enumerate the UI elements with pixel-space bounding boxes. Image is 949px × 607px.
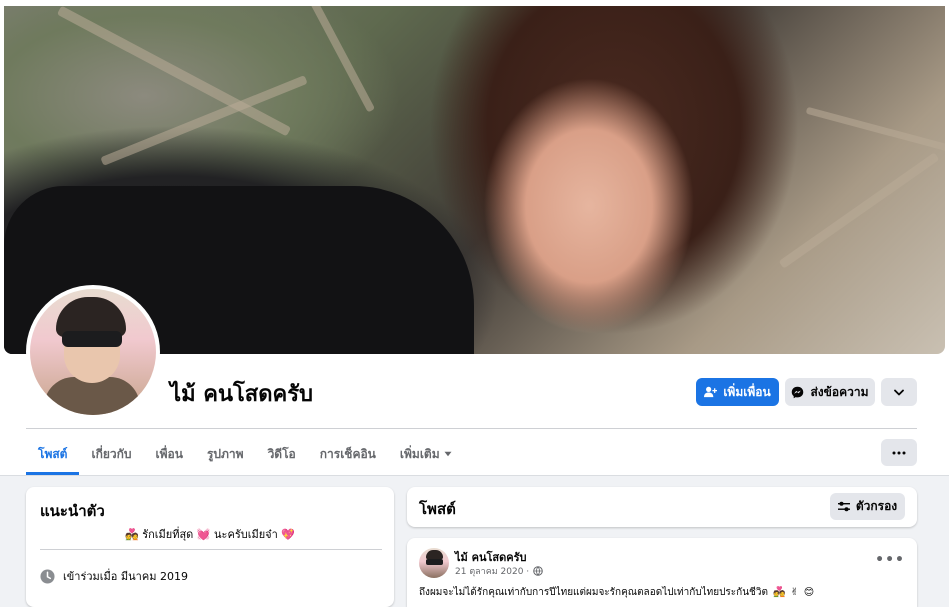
intro-bio: 💑 รักเมียที่สุด 💓 นะครับเมียจ๋า 💖 <box>26 525 394 543</box>
chevron-down-icon <box>894 389 904 395</box>
post-author-avatar[interactable] <box>419 548 449 578</box>
hand-emoji-icon: ✌ <box>790 587 799 598</box>
post-options-icon[interactable]: ••• <box>875 552 905 568</box>
tab-label: วิดีโอ <box>267 446 296 461</box>
tab-label: เพิ่มเติม <box>399 446 440 461</box>
clock-icon <box>40 568 55 584</box>
profile-name: ไม้ คนโสดครับ <box>170 382 314 407</box>
tab-more[interactable]: เพิ่มเติม <box>388 434 464 474</box>
send-message-label: ส่งข้อความ <box>810 384 869 399</box>
cover-photo[interactable] <box>4 6 945 354</box>
intro-title: แนะนำตัว <box>40 502 105 520</box>
filter-button[interactable]: ตัวกรอง <box>830 493 905 520</box>
post-card: ไม้ คนโสดครับ 21 ตุลาคม 2020 · ••• ถึงผม… <box>407 538 917 607</box>
caret-down-icon <box>444 451 452 457</box>
intro-card: แนะนำตัว 💑 รักเมียที่สุด 💓 นะครับเมียจ๋า… <box>26 487 394 607</box>
bio-text: รักเมียที่สุด <box>142 528 194 541</box>
tab-videos[interactable]: วิดีโอ <box>256 434 308 474</box>
profile-avatar[interactable] <box>26 285 160 419</box>
tab-posts[interactable]: โพสต์ <box>26 434 80 475</box>
profile-more-button[interactable] <box>881 378 917 406</box>
intro-divider <box>40 549 382 550</box>
tab-label: เกี่ยวกับ <box>91 446 132 461</box>
heart-emoji-icon: 💓 <box>196 528 211 541</box>
filter-sliders-icon <box>837 501 850 512</box>
tabs-more-button[interactable] <box>881 439 917 466</box>
messenger-icon <box>792 386 804 398</box>
tab-checkins[interactable]: การเช็คอิน <box>308 434 388 474</box>
add-friend-label: เพิ่มเพื่อน <box>723 384 771 399</box>
post-date[interactable]: 21 ตุลาคม 2020 · <box>455 564 529 578</box>
filter-label: ตัวกรอง <box>855 499 898 513</box>
tab-about[interactable]: เกี่ยวกับ <box>79 434 143 474</box>
globe-icon <box>533 566 543 576</box>
post-text: ถึงผมจะไม่ได้รักคุณเท่ากับการปีไทยแต่ผมจ… <box>419 585 814 600</box>
couple-emoji-icon: 💑 <box>772 587 786 598</box>
profile-header: ไม้ คนโสดครับ เพิ่มเพื่อน ส่งข้อความ โพส… <box>0 0 949 476</box>
send-message-button[interactable]: ส่งข้อความ <box>785 378 875 406</box>
joined-info: เข้าร่วมเมื่อ มีนาคม 2019 <box>40 567 188 585</box>
joined-text: เข้าร่วมเมื่อ มีนาคม 2019 <box>63 570 188 583</box>
posts-header-card: โพสต์ ตัวกรอง <box>407 487 917 527</box>
add-friend-button[interactable]: เพิ่มเพื่อน <box>696 378 779 406</box>
kiss-emoji-icon: 💑 <box>124 528 139 541</box>
bio-text-2: นะครับเมียจ๋า <box>214 528 278 541</box>
profile-tabs: โพสต์ เกี่ยวกับ เพื่อน รูปภาพ วิดีโอ การ… <box>26 434 464 475</box>
tab-label: เพื่อน <box>155 446 183 461</box>
post-body: ถึงผมจะไม่ได้รักคุณเท่ากับการปีไทยแต่ผมจ… <box>419 587 768 598</box>
add-friend-icon <box>704 386 718 398</box>
tab-label: รูปภาพ <box>206 446 244 461</box>
tab-label: โพสต์ <box>38 446 68 461</box>
header-divider <box>26 428 917 429</box>
profile-picture <box>30 289 156 415</box>
post-meta: 21 ตุลาคม 2020 · <box>455 564 543 578</box>
posts-title: โพสต์ <box>419 500 456 518</box>
sparkling-heart-emoji-icon: 💖 <box>281 528 295 541</box>
more-dots-icon <box>892 451 906 454</box>
tab-photos[interactable]: รูปภาพ <box>195 434 256 474</box>
tab-friends[interactable]: เพื่อน <box>144 434 195 474</box>
tab-label: การเช็คอิน <box>319 446 376 461</box>
smile-emoji-icon: 😊 <box>803 587 815 598</box>
